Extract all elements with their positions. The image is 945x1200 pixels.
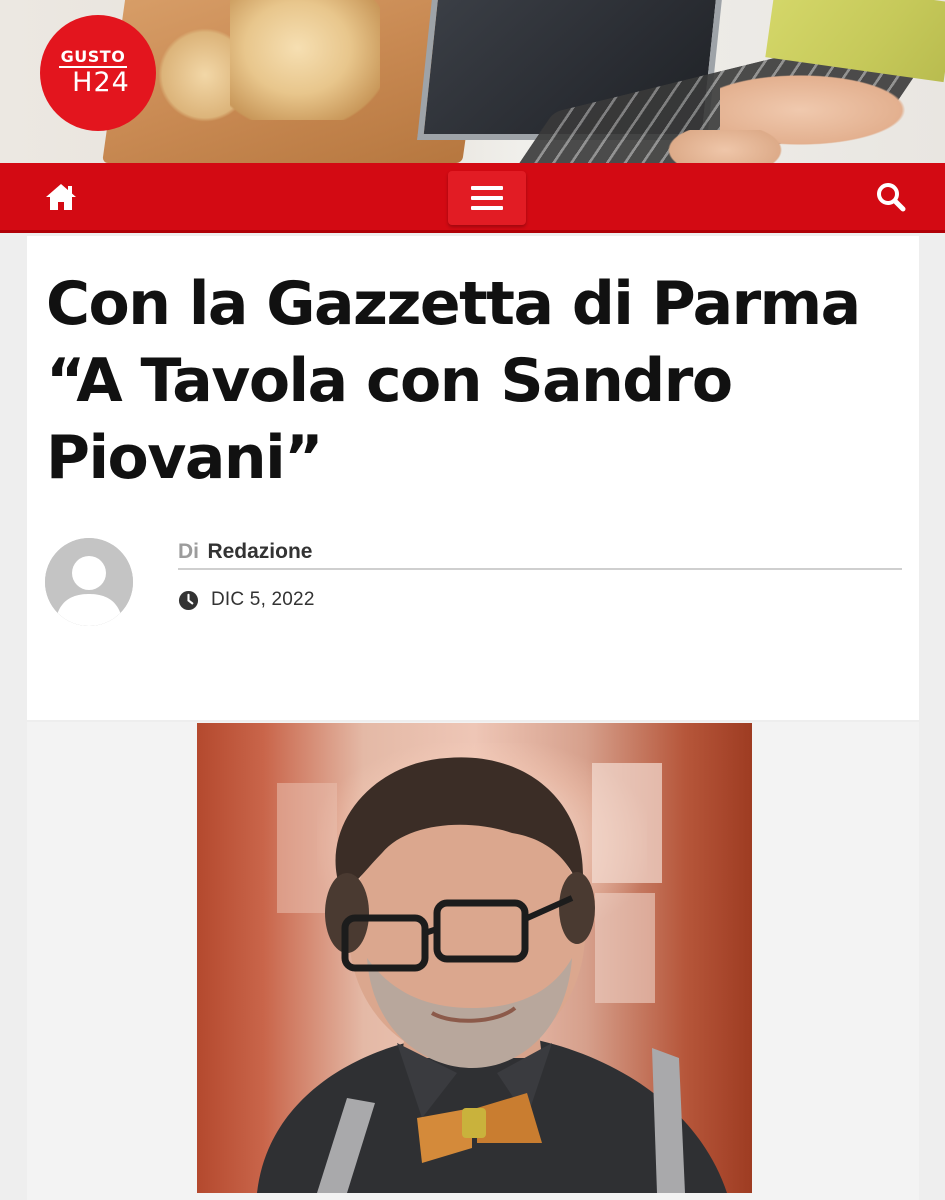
home-icon [46, 184, 76, 210]
main-navbar [0, 163, 945, 233]
menu-toggle-button[interactable] [448, 171, 526, 225]
home-button[interactable] [38, 176, 84, 218]
portrait-illustration [257, 757, 727, 1193]
header-banner: GUSTO H24 [0, 0, 945, 163]
hamburger-menu-icon [471, 186, 503, 210]
clock-icon [178, 590, 199, 610]
site-logo[interactable]: GUSTO H24 [40, 15, 156, 131]
article-header-card: Con la Gazzetta di Parma “A Tavola con S… [27, 236, 919, 720]
byline-prefix: Di [178, 540, 199, 563]
logo-text-h24: H24 [72, 67, 130, 98]
logo-text-gusto: GUSTO [58, 47, 128, 68]
byline: Di Redazione [178, 540, 902, 570]
featured-image-area [27, 722, 919, 1200]
banner-hand [660, 130, 790, 163]
publish-date: DIC 5, 2022 [178, 587, 315, 613]
author-avatar[interactable] [45, 538, 133, 626]
featured-image [197, 723, 752, 1193]
default-user-avatar-icon [45, 538, 133, 626]
author-link[interactable]: Redazione [207, 540, 312, 563]
search-icon [877, 183, 906, 212]
banner-bread [230, 0, 380, 120]
publish-date-text: DIC 5, 2022 [211, 589, 315, 610]
article-title: Con la Gazzetta di Parma “A Tavola con S… [46, 269, 861, 493]
search-button[interactable] [866, 176, 916, 218]
